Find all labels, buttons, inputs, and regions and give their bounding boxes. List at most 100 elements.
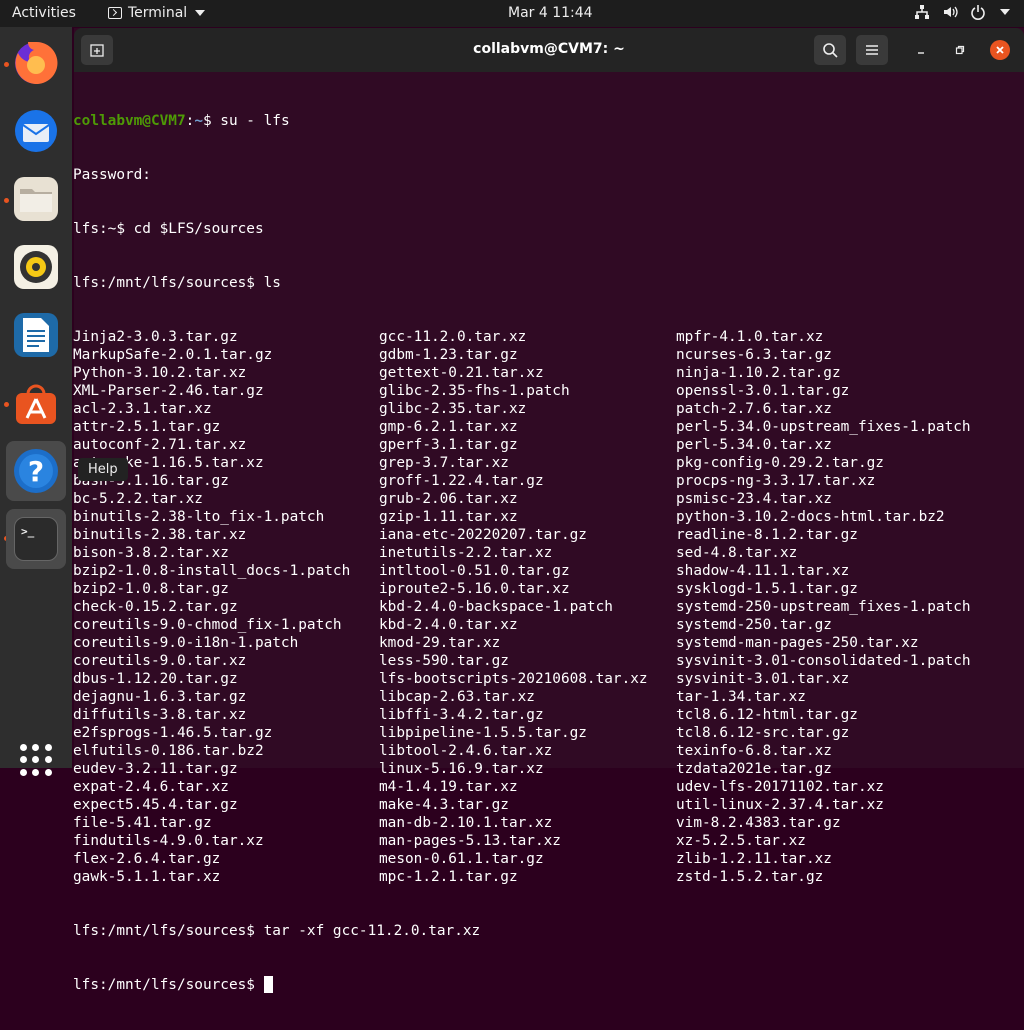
dock-writer[interactable] — [6, 305, 66, 365]
file-entry: findutils-4.9.0.tar.xz — [73, 833, 264, 849]
file-entry: diffutils-3.8.tar.xz — [73, 707, 247, 723]
search-button[interactable] — [814, 35, 846, 65]
file-entry: gmp-6.2.1.tar.xz — [379, 419, 518, 435]
file-entry: patch-2.7.6.tar.xz — [676, 401, 832, 417]
file-entry: bison-3.8.2.tar.xz — [73, 545, 229, 561]
help-icon: ? — [14, 449, 58, 493]
file-entry: shadow-4.11.1.tar.xz — [676, 563, 850, 579]
terminal-line: Password: — [73, 167, 151, 183]
close-icon — [996, 46, 1004, 54]
show-applications-icon[interactable] — [20, 744, 52, 776]
file-entry: libffi-3.4.2.tar.gz — [379, 707, 544, 723]
dock-terminal[interactable]: >_ — [6, 509, 66, 569]
file-entry: check-0.15.2.tar.gz — [73, 599, 238, 615]
chevron-down-icon — [195, 10, 206, 16]
file-entry: mpfr-4.1.0.tar.xz — [676, 329, 824, 345]
file-entry: psmisc-23.4.tar.xz — [676, 491, 832, 507]
file-entry: tcl8.6.12-src.tar.gz — [676, 725, 850, 741]
file-entry: systemd-250-upstream_fixes-1.patch — [676, 599, 971, 615]
file-entry: libcap-2.63.tar.xz — [379, 689, 535, 705]
file-entry: sed-4.8.tar.xz — [676, 545, 798, 561]
file-entry: coreutils-9.0-chmod_fix-1.patch — [73, 617, 342, 633]
file-entry: libpipeline-1.5.5.tar.gz — [379, 725, 587, 741]
top-bar: Activities Terminal Mar 4 11:44 — [0, 0, 1024, 27]
dock-thunderbird[interactable] — [6, 101, 66, 161]
terminal-line: lfs:/mnt/lfs/sources$ tar -xf gcc-11.2.0… — [73, 923, 481, 939]
libreoffice-writer-icon — [14, 313, 58, 357]
terminal-output[interactable]: collabvm@CVM7:~$ su - lfs Password: lfs:… — [73, 76, 1023, 1030]
file-entry: gcc-11.2.0.tar.xz — [379, 329, 527, 345]
file-entry: readline-8.1.2.tar.gz — [676, 527, 858, 543]
file-entry: kbd-2.4.0.tar.xz — [379, 617, 518, 633]
file-entry: binutils-2.38.tar.xz — [73, 527, 247, 543]
file-entry: zlib-1.2.11.tar.xz — [676, 851, 832, 867]
window-header: collabvm@CVM7: ~ — [74, 28, 1024, 72]
svg-text:?: ? — [28, 455, 44, 488]
file-entry: MarkupSafe-2.0.1.tar.gz — [73, 347, 273, 363]
file-entry: flex-2.6.4.tar.gz — [73, 851, 221, 867]
file-entry: bzip2-1.0.8.tar.gz — [73, 581, 229, 597]
terminal-line: collabvm@CVM7:~$ su - lfs — [73, 112, 1023, 130]
file-entry: autoconf-2.71.tar.xz — [73, 437, 247, 453]
file-entry: elfutils-0.186.tar.bz2 — [73, 743, 264, 759]
app-menu-button[interactable]: Terminal — [108, 5, 206, 21]
file-entry: sysvinit-3.01.tar.xz — [676, 671, 850, 687]
prompt-user: collabvm@CVM7 — [73, 113, 186, 129]
ls-column-2: gcc-11.2.0.tar.xz gdbm-1.23.tar.gz gettext… — [379, 328, 676, 886]
file-entry: gettext-0.21.tar.xz — [379, 365, 544, 381]
file-entry: udev-lfs-20171102.tar.xz — [676, 779, 884, 795]
file-entry: e2fsprogs-1.46.5.tar.gz — [73, 725, 273, 741]
search-icon — [823, 43, 838, 58]
terminal-line: lfs:~$ cd $LFS/sources — [73, 221, 264, 237]
file-entry: systemd-250.tar.gz — [676, 617, 832, 633]
file-entry: xz-5.2.5.tar.xz — [676, 833, 806, 849]
file-entry: gperf-3.1.tar.gz — [379, 437, 518, 453]
hamburger-menu-icon — [866, 45, 878, 55]
file-entry: m4-1.4.19.tar.xz — [379, 779, 518, 795]
dock-rhythmbox[interactable] — [6, 237, 66, 297]
file-entry: Jinja2-3.0.3.tar.gz — [73, 329, 238, 345]
file-entry: linux-5.16.9.tar.xz — [379, 761, 544, 777]
dock: ? >_ — [0, 27, 72, 776]
file-entry: acl-2.3.1.tar.xz — [73, 401, 212, 417]
file-entry: make-4.3.tar.gz — [379, 797, 509, 813]
file-entry: grub-2.06.tar.xz — [379, 491, 518, 507]
file-entry: expect5.45.4.tar.gz — [73, 797, 238, 813]
dock-software[interactable] — [6, 373, 66, 433]
file-entry: intltool-0.51.0.tar.gz — [379, 563, 570, 579]
ls-column-1: Jinja2-3.0.3.tar.gz MarkupSafe-2.0.1.tar.… — [73, 328, 379, 886]
file-entry: pkg-config-0.29.2.tar.gz — [676, 455, 884, 471]
text-cursor — [263, 976, 273, 993]
thunderbird-icon — [15, 110, 57, 152]
ls-column-3: mpfr-4.1.0.tar.xz ncurses-6.3.tar.gz ninja… — [676, 328, 1023, 886]
menu-button[interactable] — [856, 35, 888, 65]
file-entry: grep-3.7.tar.xz — [379, 455, 509, 471]
file-entry: tar-1.34.tar.xz — [676, 689, 806, 705]
file-entry: dejagnu-1.6.3.tar.gz — [73, 689, 247, 705]
dock-firefox[interactable] — [6, 33, 66, 93]
software-center-icon — [16, 384, 56, 424]
network-icon — [915, 5, 929, 19]
file-entry: attr-2.5.1.tar.gz — [73, 419, 221, 435]
maximize-button[interactable] — [950, 40, 970, 60]
close-button[interactable] — [990, 40, 1010, 60]
minimize-button[interactable] — [911, 40, 931, 60]
file-entry: sysklogd-1.5.1.tar.gz — [676, 581, 858, 597]
file-entry: python-3.10.2-docs-html.tar.bz2 — [676, 509, 945, 525]
prompt-separator: : — [185, 113, 195, 129]
dock-files[interactable] — [6, 169, 66, 229]
file-entry: gzip-1.11.tar.xz — [379, 509, 518, 525]
file-entry: XML-Parser-2.46.tar.gz — [73, 383, 264, 399]
file-entry: bc-5.2.2.tar.xz — [73, 491, 203, 507]
file-entry: texinfo-6.8.tar.xz — [676, 743, 832, 759]
activities-button[interactable]: Activities — [12, 5, 76, 21]
rhythmbox-icon — [14, 245, 58, 289]
terminal-window: collabvm@CVM7: ~ collabvm@CVM7:~$ su - l… — [73, 28, 1024, 993]
file-entry: eudev-3.2.11.tar.gz — [73, 761, 238, 777]
dock-help[interactable]: ? — [6, 441, 66, 501]
terminal-app-icon — [108, 7, 122, 19]
system-tray[interactable] — [914, 4, 1010, 20]
clock[interactable]: Mar 4 11:44 — [508, 5, 593, 21]
volume-icon — [944, 6, 958, 18]
file-entry: util-linux-2.37.4.tar.xz — [676, 797, 884, 813]
